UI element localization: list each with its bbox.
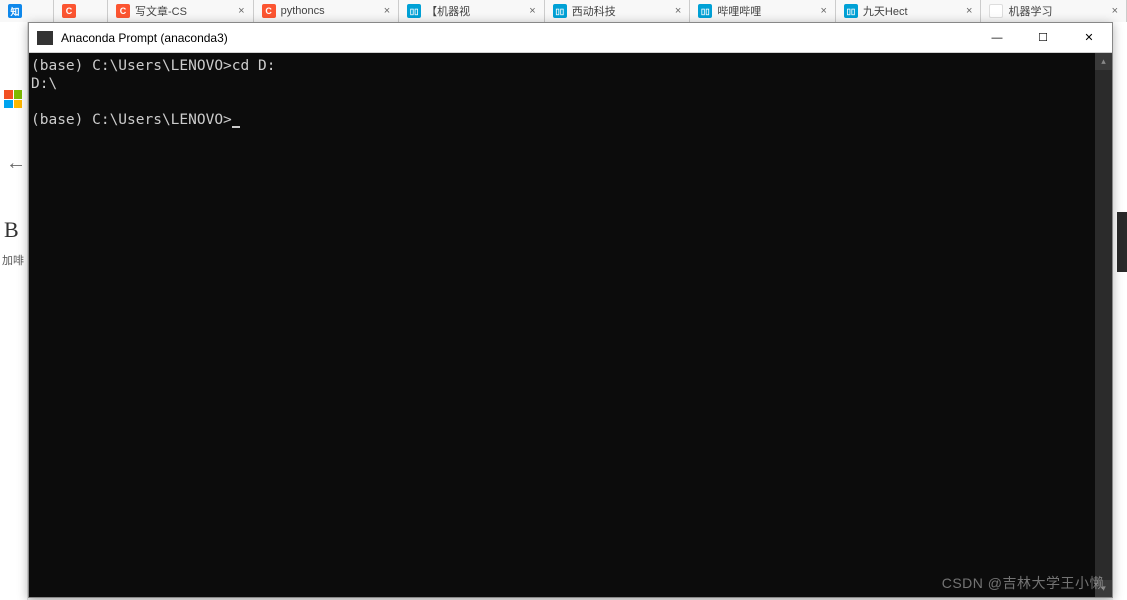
tab-label: 西动科技	[572, 3, 668, 19]
minimize-button[interactable]: —	[974, 23, 1020, 52]
tab-label: pythoncs	[281, 5, 377, 17]
page-left-strip: ← B 加啡	[0, 22, 28, 600]
terminal-prompt: (base) C:\Users\LENOVO>	[31, 112, 232, 128]
bilibili-icon: ▯▯	[553, 4, 567, 18]
tab-ml[interactable]: 机器学习 ×	[981, 0, 1127, 22]
terminal-line: (base) C:\Users\LENOVO>cd D:	[31, 58, 275, 74]
cursor-icon	[232, 126, 240, 128]
tab-label: 写文章-CS	[135, 3, 231, 19]
tab-xidong[interactable]: ▯▯ 西动科技 ×	[545, 0, 691, 22]
close-icon[interactable]: ×	[527, 5, 537, 17]
terminal-content[interactable]: (base) C:\Users\LENOVO>cd D: D:\ (base) …	[29, 53, 1095, 597]
watermark-text: CSDN @吉林大学王小懒	[942, 573, 1104, 593]
terminal-window: Anaconda Prompt (anaconda3) — ☐ ✕ (base)…	[28, 22, 1113, 598]
scroll-up-button[interactable]: ▴	[1095, 53, 1112, 70]
browser-tab-bar: 知 C C 写文章-CS × C pythoncs × ▯▯ 【机器视 × ▯▯…	[0, 0, 1127, 22]
close-icon[interactable]: ×	[964, 5, 974, 17]
tab-label: 九天Hect	[863, 3, 959, 19]
close-icon[interactable]: ×	[1110, 5, 1120, 17]
window-controls: — ☐ ✕	[974, 23, 1112, 52]
page-right-strip	[1113, 22, 1127, 600]
terminal-body: (base) C:\Users\LENOVO>cd D: D:\ (base) …	[29, 53, 1112, 597]
tab-bilibili[interactable]: ▯▯ 哔哩哔哩 ×	[690, 0, 836, 22]
tab-csdn-1[interactable]: C	[54, 0, 108, 22]
tab-write-article[interactable]: C 写文章-CS ×	[108, 0, 254, 22]
back-icon[interactable]: ←	[6, 152, 26, 175]
close-icon[interactable]: ×	[818, 5, 828, 17]
terminal-icon	[37, 31, 53, 45]
csdn-icon: C	[62, 4, 76, 18]
blank-icon	[989, 4, 1003, 18]
tab-zhihu[interactable]: 知	[0, 0, 54, 22]
tab-label: 【机器视	[426, 3, 522, 19]
bilibili-icon: ▯▯	[698, 4, 712, 18]
scrollbar[interactable]: ▴ ▾	[1095, 53, 1112, 597]
tab-machine-vision[interactable]: ▯▯ 【机器视 ×	[399, 0, 545, 22]
close-button[interactable]: ✕	[1066, 23, 1112, 52]
tab-jiutian[interactable]: ▯▯ 九天Hect ×	[836, 0, 982, 22]
page-heading-fragment: B	[4, 217, 19, 243]
terminal-line: D:\	[31, 76, 57, 92]
csdn-icon: C	[116, 4, 130, 18]
tab-label: 机器学习	[1008, 3, 1104, 19]
bilibili-icon: ▯▯	[407, 4, 421, 18]
window-titlebar[interactable]: Anaconda Prompt (anaconda3) — ☐ ✕	[29, 23, 1112, 53]
bilibili-icon: ▯▯	[844, 4, 858, 18]
sidebar-fragment	[1117, 212, 1127, 272]
tab-pythoncs[interactable]: C pythoncs ×	[254, 0, 400, 22]
tab-label: 哔哩哔哩	[717, 3, 813, 19]
maximize-button[interactable]: ☐	[1020, 23, 1066, 52]
window-title: Anaconda Prompt (anaconda3)	[61, 31, 974, 45]
close-icon[interactable]: ×	[673, 5, 683, 17]
close-icon[interactable]: ×	[382, 5, 392, 17]
zhihu-icon: 知	[8, 4, 22, 18]
close-icon[interactable]: ×	[236, 5, 246, 17]
csdn-icon: C	[262, 4, 276, 18]
page-text-fragment: 加啡	[2, 252, 24, 268]
microsoft-icon	[4, 90, 22, 108]
